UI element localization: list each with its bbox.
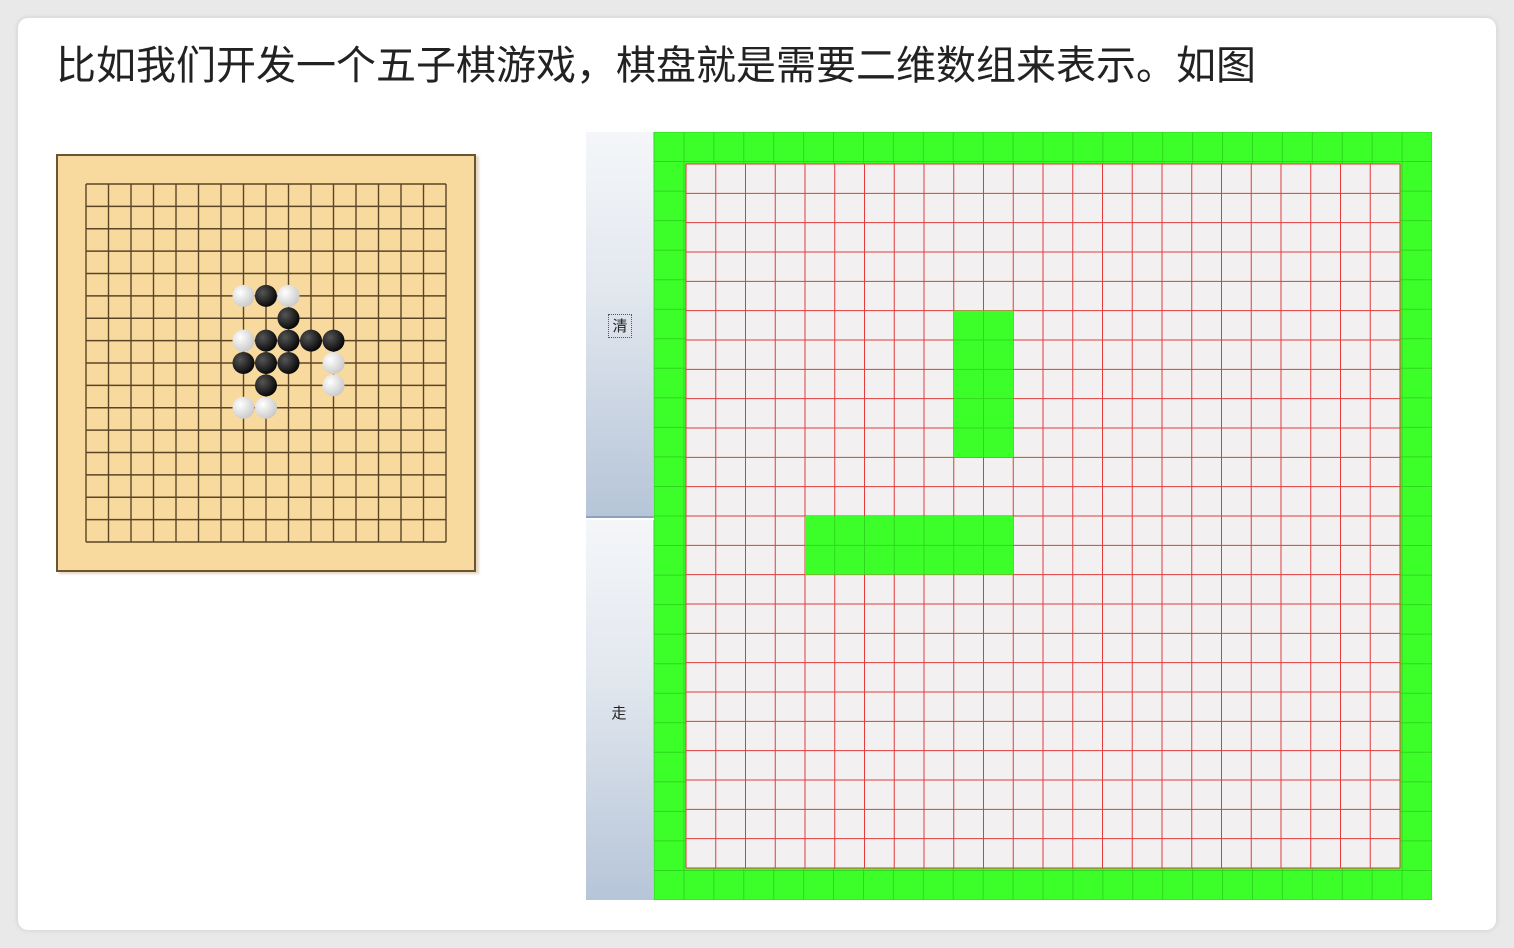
snake-panel: 清 走: [586, 132, 1432, 900]
black-stone: [277, 352, 300, 374]
black-stone: [255, 329, 277, 352]
snake-arena: [654, 132, 1432, 900]
move-button[interactable]: 走: [586, 520, 654, 900]
white-stone: [277, 284, 300, 307]
gomoku-board-graphic: [85, 183, 447, 543]
caption-text: 比如我们开发一个五子棋游戏，棋盘就是需要二维数组来表示。如图: [56, 43, 1256, 89]
black-stone: [277, 307, 300, 330]
black-stone: [277, 329, 300, 352]
black-stone: [300, 329, 322, 352]
black-stone: [232, 352, 255, 374]
white-stone: [322, 374, 345, 397]
snake-grid-graphic: [654, 132, 1432, 900]
move-button-label: 走: [611, 704, 627, 722]
clear-button-label: 清: [608, 314, 632, 338]
clear-button[interactable]: 清: [586, 132, 654, 518]
white-stone: [255, 396, 277, 419]
white-stone: [232, 284, 255, 307]
black-stone: [255, 352, 277, 374]
content-card: 比如我们开发一个五子棋游戏，棋盘就是需要二维数组来表示。如图 清 走: [18, 18, 1496, 930]
black-stone: [322, 329, 345, 352]
gomoku-board: [56, 154, 476, 572]
white-stone: [232, 396, 255, 419]
white-stone: [322, 352, 345, 374]
white-stone: [232, 329, 255, 352]
black-stone: [255, 284, 277, 307]
black-stone: [255, 374, 277, 397]
